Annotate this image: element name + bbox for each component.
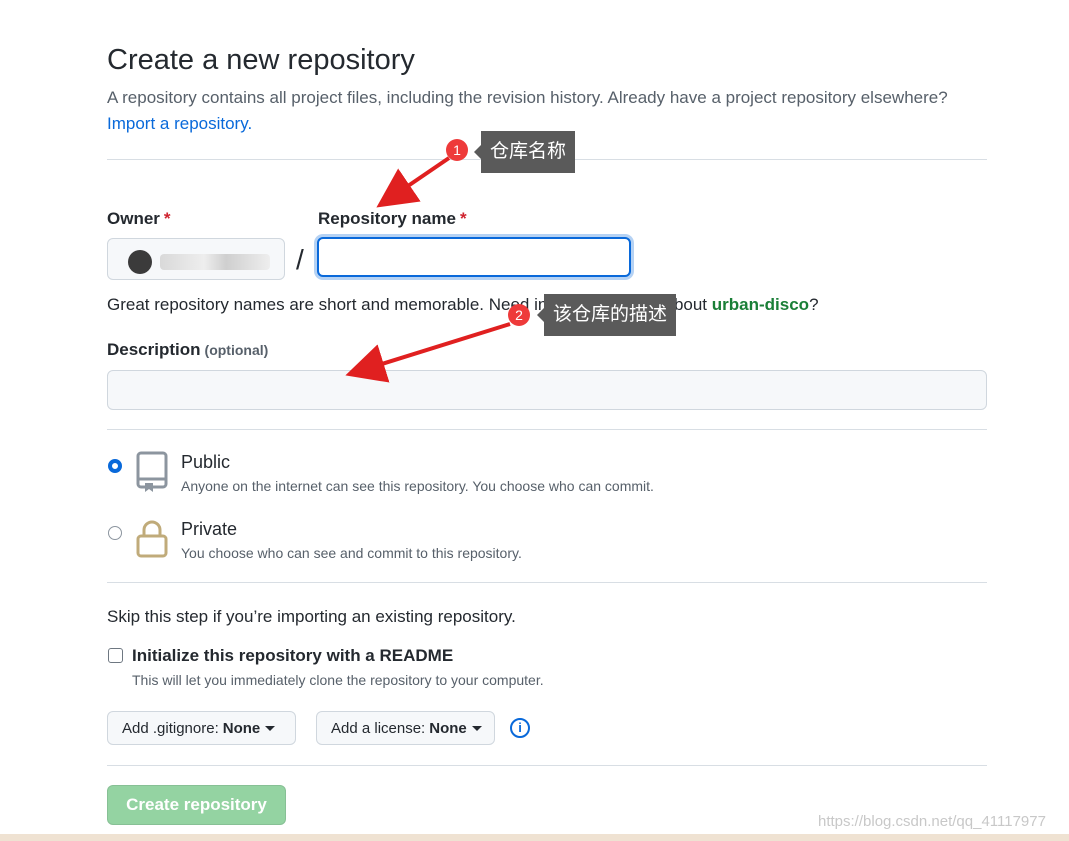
public-description: Anyone on the internet can see this repo… — [181, 478, 654, 494]
owner-repo-separator: / — [296, 244, 304, 275]
private-title: Private — [181, 519, 238, 539]
description-label: Description (optional) — [107, 340, 269, 359]
divider — [107, 765, 987, 766]
caret-down-icon — [265, 725, 276, 731]
caret-down-icon — [471, 725, 482, 731]
page-bottom-bar — [0, 834, 1069, 841]
license-dropdown[interactable]: Add a license: None — [316, 711, 495, 745]
watermark: https://blog.csdn.net/qq_41117977 — [818, 813, 1046, 830]
owner-name-redacted — [160, 254, 270, 270]
repository-name-label: Repository name * — [318, 209, 467, 228]
create-repository-button[interactable]: Create repository — [107, 785, 286, 825]
name-suggestion[interactable]: urban-disco — [712, 295, 809, 314]
divider — [107, 582, 987, 583]
page-title: Create a new repository — [107, 44, 415, 76]
owner-label: Owner * — [107, 209, 171, 228]
page-subtitle: A repository contains all project files,… — [107, 88, 948, 107]
private-description: You choose who can see and commit to thi… — [181, 545, 522, 561]
private-radio[interactable] — [108, 526, 122, 540]
readme-label[interactable]: Initialize this repository with a README — [132, 646, 453, 666]
repository-name-hint: Great repository names are short and mem… — [107, 295, 819, 314]
owner-select[interactable] — [107, 238, 285, 280]
readme-description: This will let you immediately clone the … — [132, 672, 544, 688]
info-icon[interactable]: i — [510, 718, 530, 738]
annotation-badge-2: 2 — [508, 304, 530, 326]
repo-icon — [136, 451, 168, 492]
lock-icon — [136, 520, 168, 558]
avatar — [128, 250, 152, 274]
import-repository-link[interactable]: Import a repository. — [107, 114, 252, 134]
skip-step-text: Skip this step if you’re importing an ex… — [107, 607, 516, 626]
public-title: Public — [181, 452, 231, 472]
annotation-arrow-2 — [345, 322, 511, 383]
annotation-badge-1: 1 — [446, 139, 468, 161]
gitignore-dropdown[interactable]: Add .gitignore: None — [107, 711, 296, 745]
annotation-label-1: 仓库名称 — [473, 131, 576, 173]
description-input[interactable] — [107, 370, 987, 410]
public-radio[interactable] — [108, 459, 122, 473]
annotation-label-2: 该仓库的描述 — [536, 294, 677, 336]
repository-name-input[interactable] — [317, 237, 631, 277]
readme-checkbox[interactable] — [108, 648, 123, 663]
annotation-arrow-1 — [376, 156, 451, 208]
divider — [107, 429, 987, 430]
